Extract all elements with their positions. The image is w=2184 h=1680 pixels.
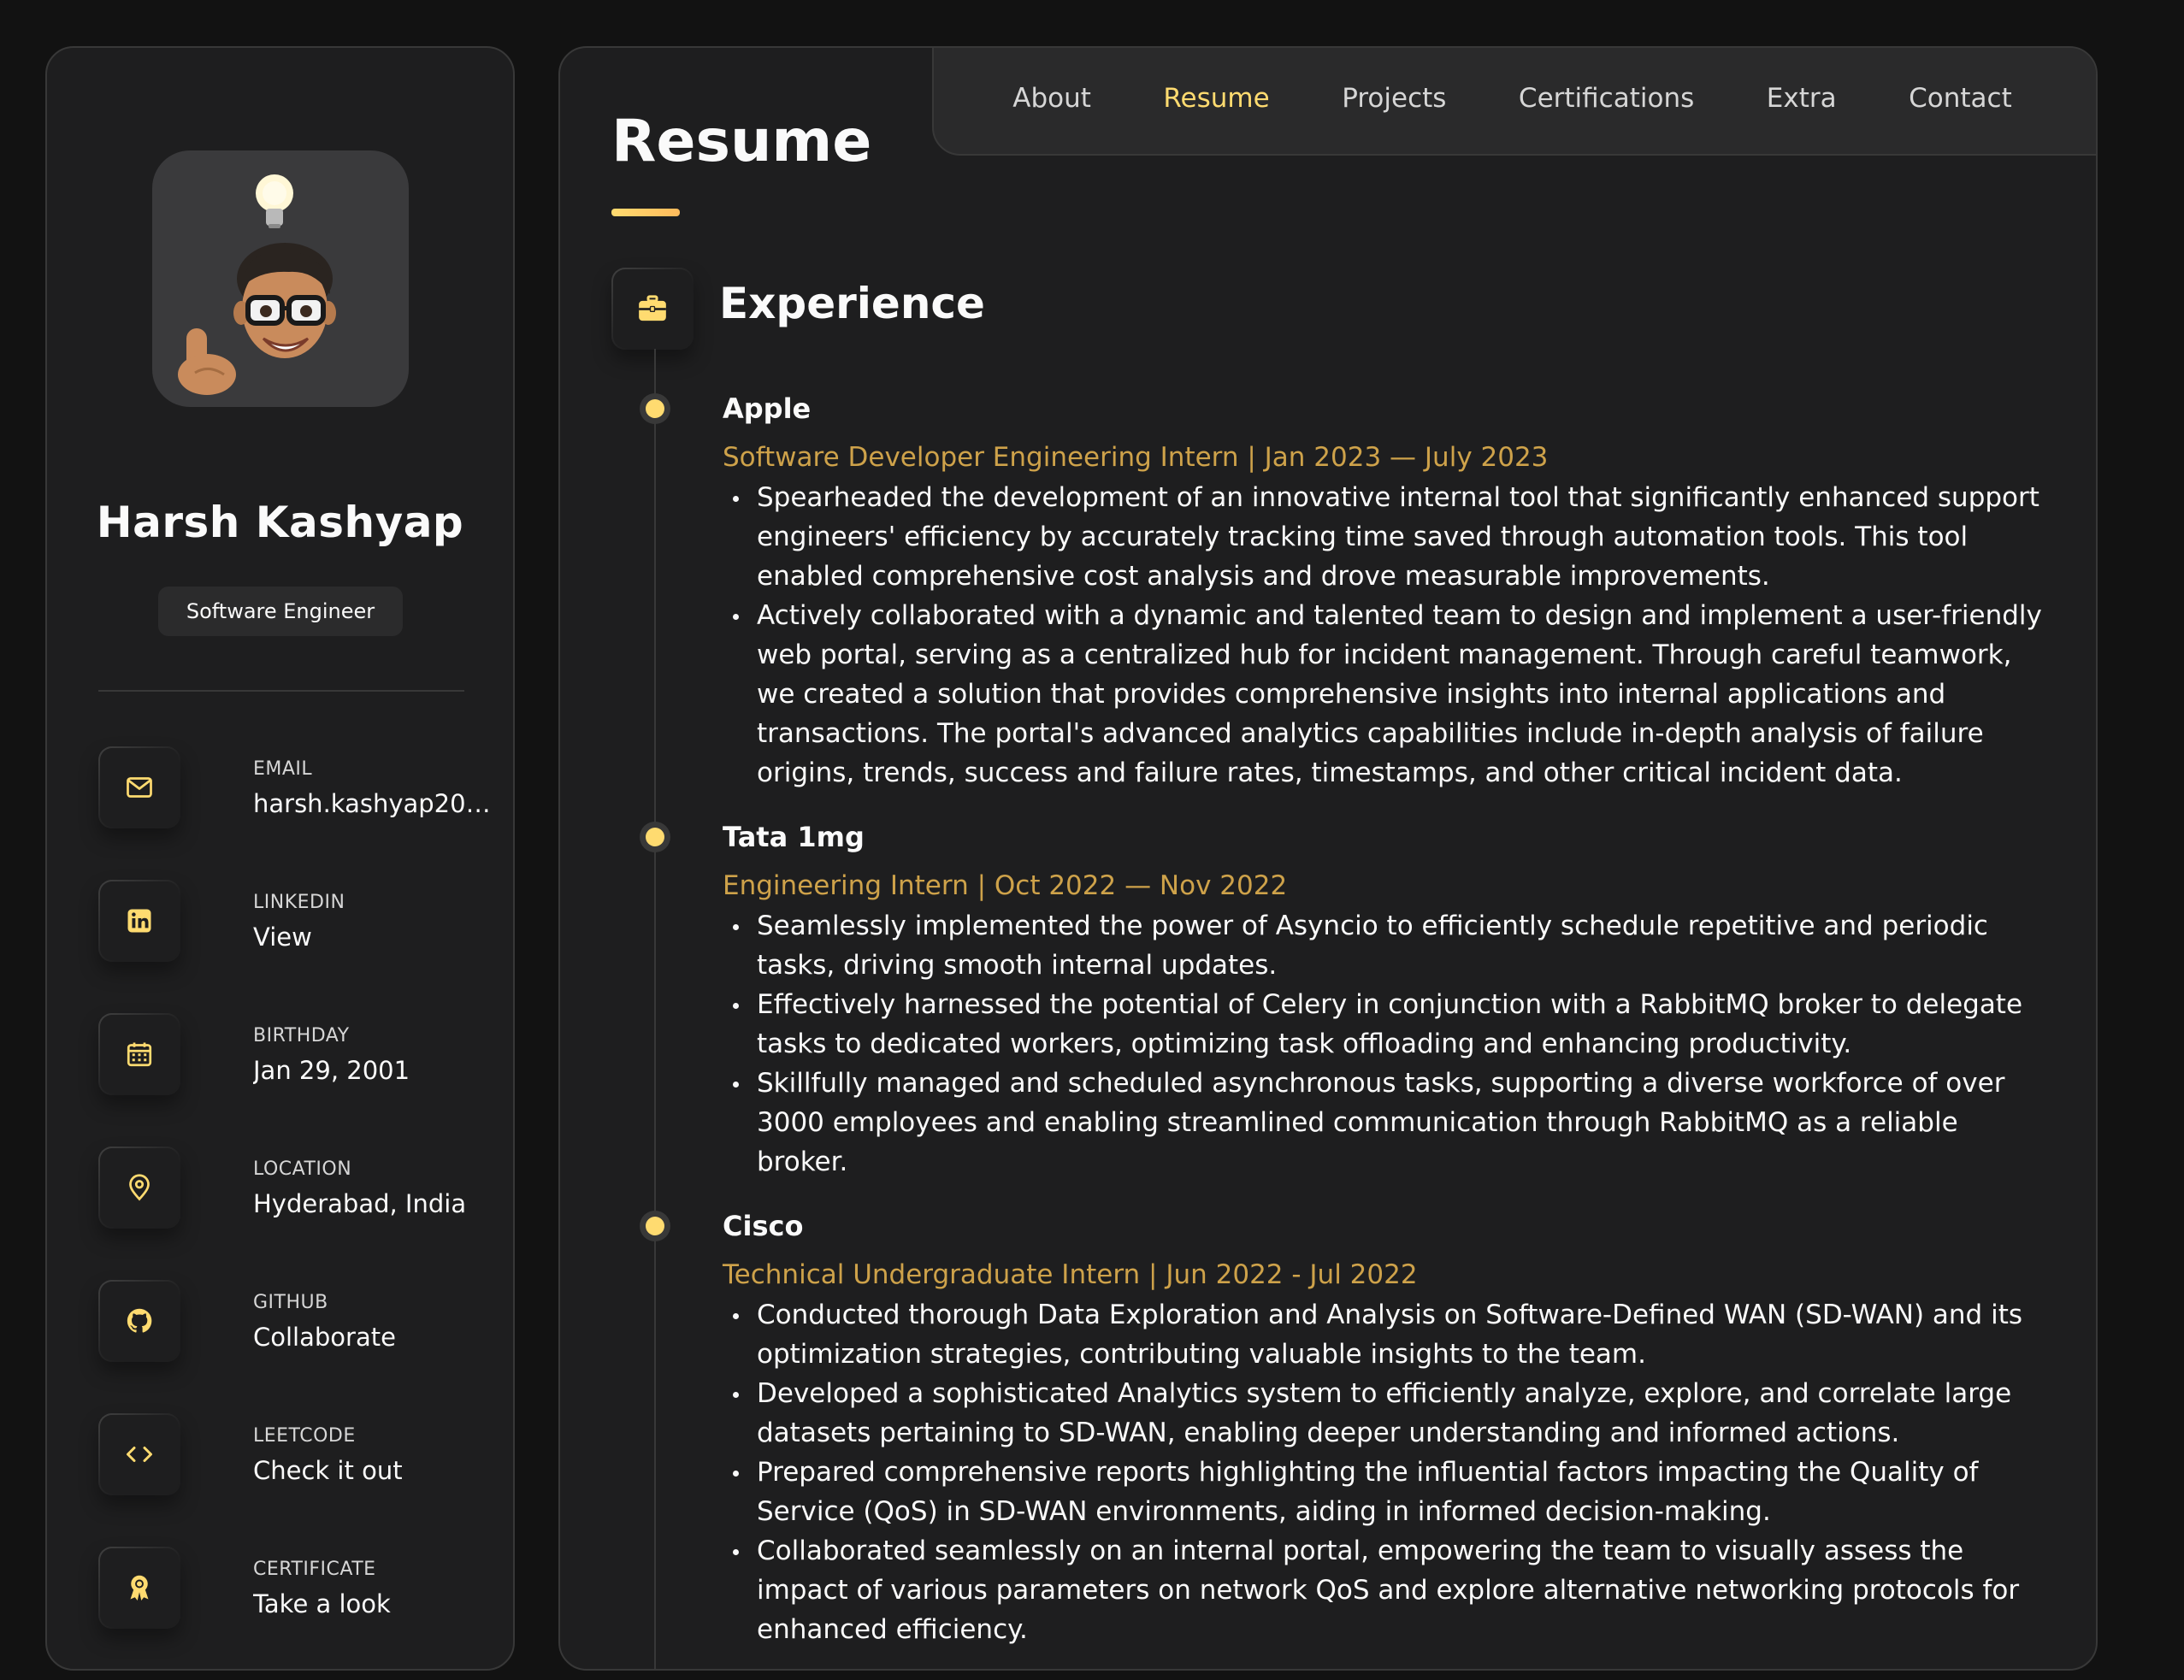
- timeline-dot: [646, 828, 664, 846]
- nav-extra[interactable]: Extra: [1767, 83, 1837, 114]
- role-dates: Technical Undergraduate Intern | Jun 202…: [723, 1259, 1418, 1290]
- timeline-dot: [646, 1217, 664, 1235]
- nav-resume[interactable]: Resume: [1163, 83, 1269, 114]
- contact-label: EMAIL: [253, 758, 313, 780]
- contact-item-location: LOCATION Hyderabad, India: [98, 1147, 466, 1280]
- contact-item-linkedin: LINKEDIN View: [98, 880, 466, 1013]
- contact-label: BIRTHDAY: [253, 1025, 350, 1046]
- github-icon: [98, 1280, 180, 1362]
- page-title: Resume: [611, 108, 872, 175]
- location-pin-icon: [98, 1147, 180, 1229]
- bullet-point: Seamlessly implemented the power of Asyn…: [723, 906, 2045, 985]
- linkedin-icon: [98, 880, 180, 962]
- contact-label: CERTIFICATE: [253, 1559, 376, 1580]
- contact-item-github: GITHUB Collaborate: [98, 1280, 466, 1413]
- contact-label: LOCATION: [253, 1158, 352, 1180]
- bullet-list: Conducted thorough Data Exploration and …: [723, 1295, 2045, 1649]
- title-underline: [611, 209, 680, 216]
- contacts-list: EMAIL harsh.kashyap2001... LINKEDIN View: [98, 746, 493, 1680]
- code-icon: [98, 1413, 180, 1495]
- profile-title-badge: Software Engineer: [158, 587, 403, 636]
- birthday-value: Jan 29, 2001: [253, 1056, 410, 1085]
- company-name: Tata 1mg: [723, 821, 865, 853]
- nav-certifications[interactable]: Certifications: [1519, 83, 1694, 114]
- award-icon: [98, 1547, 180, 1629]
- nav-about[interactable]: About: [1012, 83, 1091, 114]
- timeline-dot: [646, 399, 664, 418]
- main-content: About Resume Projects Certifications Ext…: [558, 46, 2098, 1671]
- experience-timeline: Apple Software Developer Engineering Int…: [560, 390, 2096, 1649]
- nav-projects[interactable]: Projects: [1342, 83, 1446, 114]
- contact-label: LEETCODE: [253, 1425, 356, 1447]
- bullet-point: Effectively harnessed the potential of C…: [723, 985, 2045, 1064]
- bullet-list: Seamlessly implemented the power of Asyn…: [723, 906, 2045, 1182]
- location-value: Hyderabad, India: [253, 1189, 467, 1218]
- avatar: [152, 150, 409, 407]
- contact-item-certificate: CERTIFICATE Take a look: [98, 1547, 466, 1680]
- navbar: About Resume Projects Certifications Ext…: [932, 48, 2096, 156]
- briefcase-icon: [611, 268, 694, 350]
- timeline-item: Apple Software Developer Engineering Int…: [560, 390, 2096, 793]
- calendar-icon: [98, 1013, 180, 1095]
- company-name: Cisco: [723, 1210, 804, 1242]
- bullet-point: Actively collaborated with a dynamic and…: [723, 596, 2045, 793]
- bullet-point: Conducted thorough Data Exploration and …: [723, 1295, 2045, 1374]
- github-link[interactable]: Collaborate: [253, 1323, 396, 1352]
- bullet-point: Prepared comprehensive reports highlight…: [723, 1453, 2045, 1531]
- sidebar-divider: [98, 690, 464, 692]
- certificate-link[interactable]: Take a look: [253, 1589, 391, 1618]
- nav-contact[interactable]: Contact: [1909, 83, 2012, 114]
- memoji-avatar-icon: [178, 174, 336, 395]
- profile-sidebar: Harsh Kashyap Software Engineer EMAIL ha…: [45, 46, 515, 1671]
- role-dates: Software Developer Engineering Intern | …: [723, 442, 1549, 473]
- linkedin-link[interactable]: View: [253, 923, 312, 952]
- mail-icon: [98, 746, 180, 828]
- email-link[interactable]: harsh.kashyap2001...: [253, 789, 493, 818]
- contact-item-email: EMAIL harsh.kashyap2001...: [98, 746, 493, 880]
- experience-section-title: Experience: [719, 279, 985, 328]
- profile-name: Harsh Kashyap: [96, 498, 464, 547]
- timeline-item: Tata 1mg Engineering Intern | Oct 2022 —…: [560, 818, 2096, 1182]
- bullet-point: Developed a sophisticated Analytics syst…: [723, 1374, 2045, 1453]
- contact-item-birthday: BIRTHDAY Jan 29, 2001: [98, 1013, 466, 1147]
- bullet-point: Skillfully managed and scheduled asynchr…: [723, 1064, 2045, 1182]
- bullet-point: Collaborated seamlessly on an internal p…: [723, 1531, 2045, 1649]
- role-dates: Engineering Intern | Oct 2022 — Nov 2022: [723, 870, 1288, 901]
- contact-item-leetcode: LEETCODE Check it out: [98, 1413, 466, 1547]
- company-name: Apple: [723, 392, 812, 425]
- leetcode-link[interactable]: Check it out: [253, 1456, 403, 1485]
- contact-label: GITHUB: [253, 1292, 328, 1313]
- contact-label: LINKEDIN: [253, 892, 345, 913]
- bullet-list: Spearheaded the development of an innova…: [723, 478, 2045, 793]
- bullet-point: Spearheaded the development of an innova…: [723, 478, 2045, 596]
- timeline-item: Cisco Technical Undergraduate Intern | J…: [560, 1207, 2096, 1649]
